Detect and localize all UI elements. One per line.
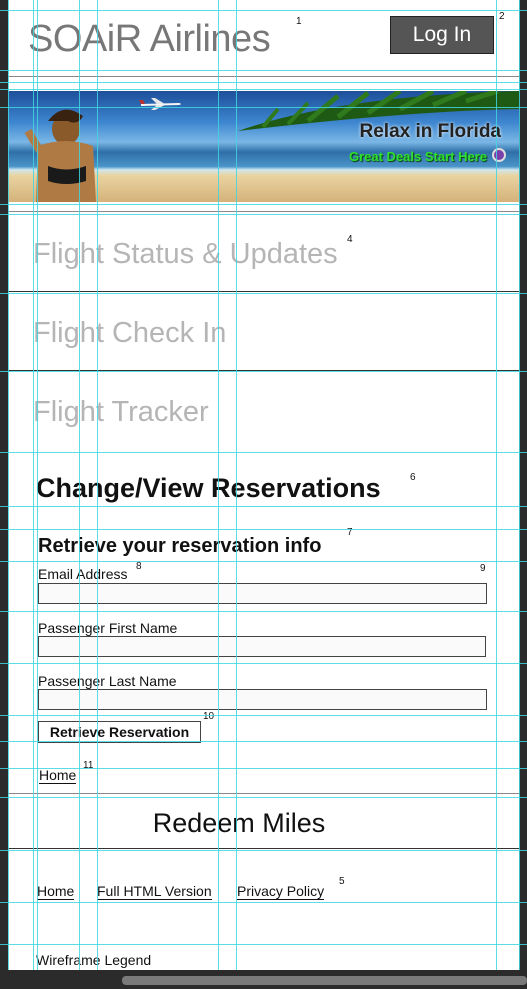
nav-item-flight-check-in[interactable]: Flight Check In [33, 317, 226, 350]
promo-banner[interactable]: Relax in Florida Great Deals Start Here [8, 91, 519, 202]
retrieve-subheading: Retrieve your reservation info [38, 535, 322, 557]
redeem-divider [8, 793, 519, 794]
annotation-marker: 8 [136, 561, 142, 572]
header-divider [8, 76, 519, 77]
banner-subtitle: Great Deals Start Here [348, 149, 487, 164]
login-button[interactable]: Log In [390, 16, 494, 54]
wireframe-legend: Wireframe Legend [36, 952, 152, 968]
annotation-marker: 1 [296, 16, 302, 27]
app-title: SOAiR Airlines [28, 18, 271, 60]
annotation-marker: 9 [480, 563, 486, 574]
last-name-label: Passenger Last Name [38, 673, 177, 689]
email-field[interactable] [38, 583, 487, 604]
annotation-marker: 11 [83, 760, 94, 771]
scrollbar-thumb[interactable] [122, 976, 527, 985]
nav-divider [8, 370, 519, 371]
first-name-field[interactable] [38, 636, 486, 657]
nav-item-flight-tracker[interactable]: Flight Tracker [33, 396, 209, 429]
annotation-marker: 6 [410, 472, 416, 483]
home-link[interactable]: Home [39, 767, 77, 784]
banner-title: Relax in Florida [359, 121, 501, 142]
banner-divider [8, 211, 519, 212]
last-name-field[interactable] [38, 689, 487, 710]
page: SOAiR Airlines 1 Log In 2 Relax in Flori… [8, 0, 519, 970]
circle-arrow-icon[interactable] [492, 148, 506, 162]
annotation-marker: 5 [339, 876, 345, 887]
nav-divider [8, 291, 519, 292]
airplane-icon [139, 98, 181, 110]
annotation-marker: 4 [347, 234, 353, 245]
redeem-miles-link[interactable]: Redeem Miles [8, 808, 470, 839]
retrieve-reservation-button[interactable]: Retrieve Reservation [38, 721, 201, 743]
full-html-link[interactable]: Full HTML Version [97, 883, 212, 900]
footer-divider [8, 848, 519, 849]
reservations-heading: Change/View Reservations [36, 473, 381, 503]
nav-item-flight-status[interactable]: Flight Status & Updates [33, 238, 338, 271]
footer-home-link[interactable]: Home [37, 883, 75, 900]
privacy-policy-link[interactable]: Privacy Policy [237, 883, 325, 900]
annotation-marker: 7 [347, 527, 353, 538]
banner-artwork [24, 91, 519, 202]
first-name-label: Passenger First Name [38, 620, 178, 636]
email-label: Email Address [38, 566, 128, 582]
annotation-marker: 2 [499, 11, 505, 22]
annotation-marker: 10 [203, 711, 215, 722]
